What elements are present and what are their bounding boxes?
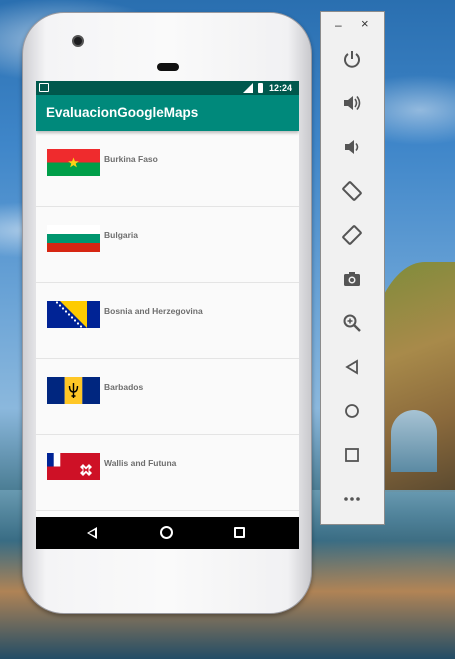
front-camera bbox=[72, 35, 84, 47]
list-item[interactable]: Wallis and Futuna bbox=[36, 435, 299, 511]
signal-icon bbox=[243, 83, 253, 93]
list-item[interactable]: Bulgaria bbox=[36, 207, 299, 283]
bosnia-herzegovina-flag bbox=[47, 301, 100, 328]
camera-icon[interactable] bbox=[340, 267, 364, 291]
status-bar: 12:24 bbox=[36, 81, 299, 95]
wallpaper-arch bbox=[391, 410, 437, 472]
list-item[interactable]: Bosnia and Herzegovina bbox=[36, 283, 299, 359]
phone-frame: 12:24 EvaluacionGoogleMaps Burkina Faso bbox=[22, 12, 312, 614]
wallis-futuna-flag bbox=[47, 453, 100, 480]
emulator-toolbar: – × bbox=[320, 11, 385, 525]
home-icon[interactable] bbox=[340, 399, 364, 423]
country-name: Barbados bbox=[104, 382, 144, 392]
barbados-flag bbox=[47, 377, 100, 404]
overview-icon[interactable] bbox=[340, 443, 364, 467]
country-name: Bulgaria bbox=[104, 230, 139, 240]
battery-icon bbox=[258, 83, 263, 93]
earpiece-speaker bbox=[157, 63, 179, 71]
home-icon[interactable] bbox=[160, 526, 173, 539]
close-button[interactable]: × bbox=[361, 17, 369, 31]
notification-icon bbox=[39, 83, 49, 92]
status-time: 12:24 bbox=[269, 83, 293, 93]
burkina-faso-flag bbox=[47, 149, 100, 176]
list-item[interactable]: Burkina Faso bbox=[36, 131, 299, 207]
recent-apps-icon[interactable] bbox=[234, 527, 245, 538]
zoom-icon[interactable] bbox=[340, 311, 364, 335]
volume-down-icon[interactable] bbox=[340, 135, 364, 159]
more-icon[interactable] bbox=[340, 487, 364, 511]
minimize-button[interactable]: – bbox=[335, 18, 342, 32]
power-icon[interactable] bbox=[340, 47, 364, 71]
country-name: Wallis and Futuna bbox=[104, 458, 177, 468]
back-icon[interactable] bbox=[340, 355, 364, 379]
android-nav-bar bbox=[36, 517, 299, 549]
country-name: Bosnia and Herzegovina bbox=[104, 306, 203, 316]
country-list[interactable]: Burkina Faso Bulgaria Bosnia and Herzego… bbox=[36, 131, 299, 517]
bulgaria-flag bbox=[47, 225, 100, 252]
rotate-right-icon[interactable] bbox=[340, 223, 364, 247]
app-title: EvaluacionGoogleMaps bbox=[46, 105, 199, 120]
volume-up-icon[interactable] bbox=[340, 91, 364, 115]
app-bar: EvaluacionGoogleMaps bbox=[36, 95, 299, 131]
back-icon[interactable] bbox=[87, 527, 97, 539]
rotate-left-icon[interactable] bbox=[340, 179, 364, 203]
country-name: Burkina Faso bbox=[104, 154, 158, 164]
phone-screen: 12:24 EvaluacionGoogleMaps Burkina Faso bbox=[36, 81, 299, 549]
list-item[interactable]: Barbados bbox=[36, 359, 299, 435]
